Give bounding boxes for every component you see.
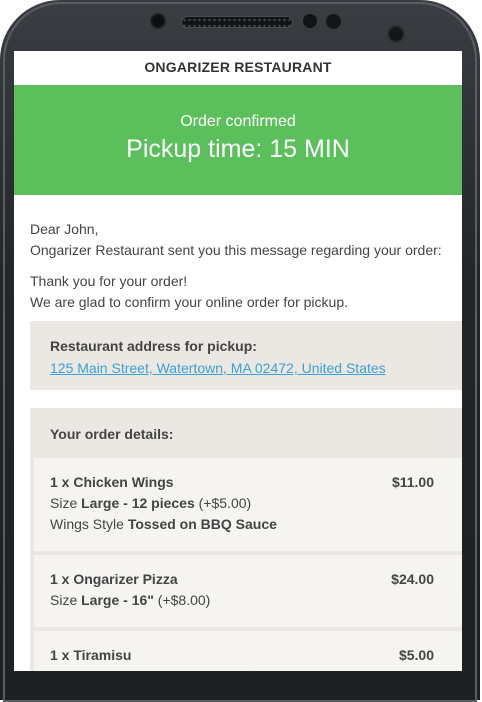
- restaurant-name: ONGARIZER RESTAURANT: [144, 59, 332, 75]
- message-body: Dear John, Ongarizer Restaurant sent you…: [14, 195, 462, 313]
- item-price: $5.00: [398, 647, 434, 663]
- item-title: 1 x Ongarizer Pizza: [50, 571, 178, 587]
- light-sensor-icon: [326, 14, 341, 29]
- order-item: 1 x Chicken Wings $11.00 Size Large - 12…: [34, 458, 462, 555]
- order-heading: Your order details:: [50, 426, 174, 442]
- thanks-text: Thank you for your order!: [30, 273, 188, 289]
- phone-frame: ONGARIZER RESTAURANT Order confirmed Pic…: [0, 0, 480, 702]
- item-title: 1 x Chicken Wings: [50, 474, 174, 490]
- option-value: Large - 16": [81, 592, 154, 608]
- banner-subtitle: Order confirmed: [180, 113, 296, 130]
- front-camera-icon: [150, 13, 166, 29]
- confirmation-banner: Order confirmed Pickup time: 15 MIN: [14, 85, 462, 195]
- address-link[interactable]: 125 Main Street, Watertown, MA 02472, Un…: [50, 360, 386, 376]
- secondary-camera-icon: [387, 25, 405, 43]
- intro-text: Ongarizer Restaurant sent you this messa…: [30, 242, 442, 258]
- option-value: Large - 12 pieces: [81, 495, 195, 511]
- item-option: Size Large - 16" (+$8.00): [50, 590, 434, 611]
- option-name: Wings Style: [50, 516, 124, 532]
- item-option: Wings Style Tossed on BBQ Sauce: [50, 514, 434, 535]
- item-price: $11.00: [391, 474, 434, 490]
- option-name: Size: [50, 592, 78, 608]
- item-option: Size Large - 12 pieces (+$5.00): [50, 493, 434, 514]
- option-name: Size: [50, 495, 78, 511]
- message-thanks: Thank you for your order! We are glad to…: [30, 271, 446, 313]
- message-intro: Dear John, Ongarizer Restaurant sent you…: [30, 219, 446, 261]
- option-extra: (+$8.00): [157, 592, 211, 608]
- item-price: $24.00: [391, 571, 434, 587]
- option-extra: (+$5.00): [198, 495, 252, 511]
- option-value: Tossed on BBQ Sauce: [127, 516, 277, 532]
- earpiece-speaker-icon: [181, 16, 293, 28]
- pickup-address-box: Restaurant address for pickup: 125 Main …: [30, 321, 462, 390]
- address-label: Restaurant address for pickup:: [50, 338, 257, 354]
- order-item: 1 x Ongarizer Pizza $24.00 Size Large - …: [34, 555, 462, 631]
- pickup-time: Pickup time: 15 MIN: [126, 135, 350, 163]
- item-title: 1 x Tiramisu: [50, 647, 132, 663]
- confirm-text: We are glad to confirm your online order…: [30, 294, 349, 310]
- phone-screen: ONGARIZER RESTAURANT Order confirmed Pic…: [14, 51, 462, 671]
- order-details: Your order details: 1 x Chicken Wings $1…: [30, 408, 462, 671]
- proximity-sensor-icon: [303, 14, 317, 28]
- order-item: 1 x Tiramisu $5.00: [34, 631, 462, 671]
- greeting: Dear John,: [30, 221, 99, 237]
